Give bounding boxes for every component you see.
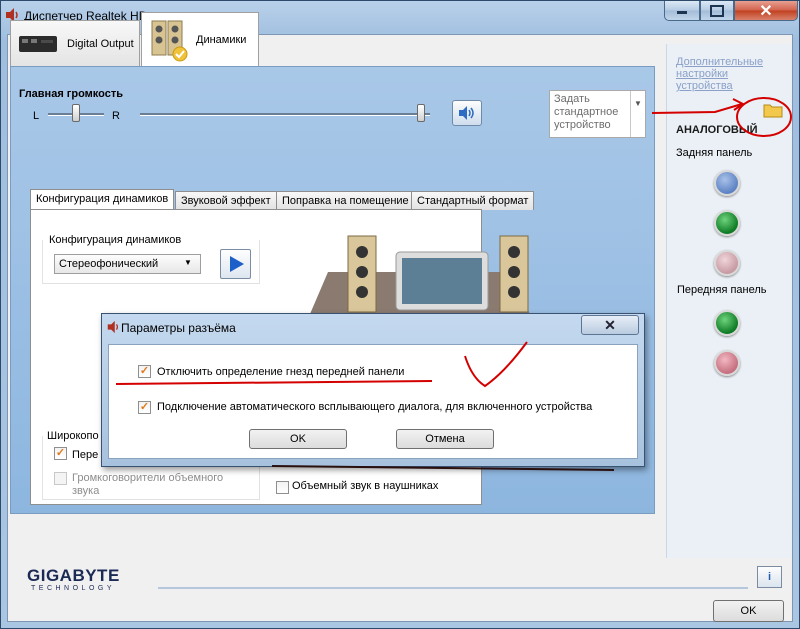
jack-line-in[interactable] xyxy=(714,170,740,196)
wide-range-label: Широкопо xyxy=(47,430,99,442)
connector-panel xyxy=(666,44,792,558)
main-volume-title: Главная громкость xyxy=(19,88,124,100)
balance-left-label: L xyxy=(33,110,40,122)
auto-popup-dialog-checkbox[interactable]: ✓ xyxy=(138,401,151,414)
tab-label: Динамики xyxy=(196,33,247,46)
checkmark-icon: ✓ xyxy=(139,401,150,413)
dialog-title: Параметры разъёма xyxy=(121,321,236,335)
front-panel-label: Передняя панель xyxy=(677,284,767,296)
volume-slider[interactable] xyxy=(417,104,425,122)
digital-output-icon xyxy=(19,35,57,52)
jack-line-out[interactable] xyxy=(714,210,740,236)
advanced-settings-link[interactable]: Дополнительные настройки устройства xyxy=(676,56,776,92)
surround-speakers-label: Громкоговорители объемного звука xyxy=(72,472,224,497)
close-icon: ✕ xyxy=(759,2,773,20)
set-default-device-label: Задать стандартное устройство xyxy=(554,93,619,131)
gigabyte-logo-subtitle: TECHNOLOGY xyxy=(31,585,116,592)
headphone-virtualization-checkbox[interactable] xyxy=(276,481,289,494)
tab-room-correction[interactable]: Поправка на помещение xyxy=(276,191,415,210)
rear-panel-label: Задняя панель xyxy=(676,147,753,159)
wide-range-front-label: Пере xyxy=(72,449,99,461)
gigabyte-logo: GIGABYTE xyxy=(27,566,120,585)
volume-icon xyxy=(459,106,474,120)
info-button[interactable]: i xyxy=(757,566,782,588)
disable-front-jack-detection-label: Отключить определение гнезд передней пан… xyxy=(157,366,405,378)
balance-slider[interactable] xyxy=(72,104,80,122)
chevron-down-icon: ▼ xyxy=(184,258,192,267)
wide-range-front-checkbox[interactable]: ✓ xyxy=(54,447,67,460)
checkmark-icon: ✓ xyxy=(139,365,150,377)
auto-popup-dialog-label: Подключение автоматического всплывающего… xyxy=(157,401,593,413)
ok-button[interactable]: OK xyxy=(713,600,784,622)
divider xyxy=(158,587,748,589)
tab-digital-output[interactable]: Digital Output xyxy=(10,20,140,66)
jack-front-headphone[interactable] xyxy=(714,310,740,336)
speaker-config-group-label: Конфигурация динамиков xyxy=(49,234,182,246)
dialog-ok-button[interactable]: OK xyxy=(249,429,347,449)
checkmark-icon: ✓ xyxy=(55,447,66,459)
disable-front-jack-detection-checkbox[interactable]: ✓ xyxy=(138,365,151,378)
folder-icon[interactable] xyxy=(763,102,783,118)
speaker-config-select[interactable]: Стереофонический xyxy=(54,254,201,274)
volume-slider-track xyxy=(140,113,430,116)
tab-default-format[interactable]: Стандартный формат xyxy=(411,191,535,210)
speakers-icon xyxy=(151,20,188,61)
chevron-down-icon: ▼ xyxy=(630,91,645,137)
surround-speakers-checkbox[interactable] xyxy=(54,472,67,485)
mute-button[interactable] xyxy=(452,100,482,126)
speaker-icon xyxy=(107,320,119,334)
maximize-button[interactable] xyxy=(700,1,734,21)
jack-mic-in[interactable] xyxy=(714,250,740,276)
info-icon: i xyxy=(767,571,772,583)
jack-front-mic[interactable] xyxy=(714,350,740,376)
tab-speaker-configuration[interactable]: Конфигурация динамиков xyxy=(30,189,175,210)
balance-right-label: R xyxy=(112,110,120,122)
tab-label: Digital Output xyxy=(67,37,134,50)
speaker-setup-illustration xyxy=(310,235,530,314)
play-icon xyxy=(229,256,244,272)
headphone-virtualization-label: Объемный звук в наушниках xyxy=(292,480,439,492)
analog-label: АНАЛОГОВЫЙ xyxy=(676,124,758,136)
maximize-icon xyxy=(710,4,724,17)
dialog-cancel-button[interactable]: Отмена xyxy=(396,429,494,449)
minimize-button[interactable] xyxy=(664,1,700,21)
close-button[interactable]: ✕ xyxy=(734,1,798,21)
tab-sound-effects[interactable]: Звуковой эффект xyxy=(175,191,277,210)
tab-speakers[interactable]: Динамики xyxy=(141,12,259,66)
close-icon: ✕ xyxy=(604,316,616,333)
minimize-icon xyxy=(677,10,687,14)
play-test-button[interactable] xyxy=(220,249,251,279)
dialog-close-button[interactable]: ✕ xyxy=(581,315,639,335)
